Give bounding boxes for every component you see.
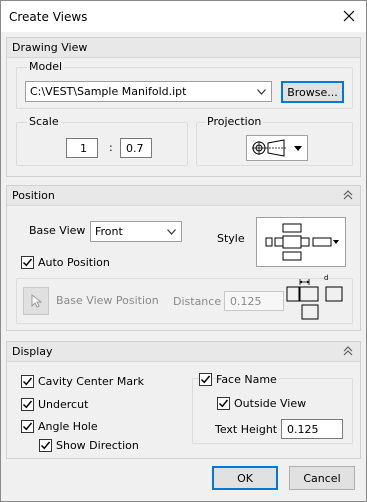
projection-label: Projection xyxy=(205,115,264,128)
show-direction-label: Show Direction xyxy=(56,439,139,452)
model-combo[interactable]: C:\VEST\Sample Manifold.ipt xyxy=(25,81,272,102)
projection-dropdown[interactable] xyxy=(246,135,308,161)
base-view-label: Base View xyxy=(29,224,86,237)
scale-denominator-input[interactable]: 0.7 xyxy=(120,138,152,158)
close-button[interactable] xyxy=(338,5,360,27)
drawing-view-header[interactable]: Drawing View xyxy=(7,38,360,58)
checkmark-icon xyxy=(40,441,51,450)
undercut-label: Undercut xyxy=(38,398,89,411)
scale-numerator-value: 1 xyxy=(80,142,87,155)
model-value: C:\VEST\Sample Manifold.ipt xyxy=(30,85,187,98)
distance-value: 0.125 xyxy=(230,295,262,308)
checkmark-icon xyxy=(22,400,33,409)
distance-layout-icon xyxy=(286,279,343,320)
auto-position-label: Auto Position xyxy=(38,256,110,269)
base-view-value: Front xyxy=(95,225,123,238)
pointer-arrow-icon xyxy=(31,294,42,308)
auto-position-checkbox[interactable] xyxy=(21,256,34,269)
display-title: Display xyxy=(12,345,53,358)
checkmark-icon xyxy=(22,422,33,431)
scale-label: Scale xyxy=(27,115,61,128)
checkmark-icon xyxy=(218,399,229,408)
caret-down-icon xyxy=(294,145,302,151)
face-name-checkbox[interactable] xyxy=(199,373,212,386)
model-label: Model xyxy=(27,60,65,73)
scale-separator: : xyxy=(109,141,113,154)
window-title: Create Views xyxy=(9,10,88,24)
checkmark-icon xyxy=(22,377,33,386)
view-layout-style-icon xyxy=(265,223,339,261)
base-view-position-group: Base View Position Distance 0.125 d xyxy=(16,274,353,324)
base-view-combo[interactable]: Front xyxy=(90,221,182,242)
undercut-checkbox[interactable] xyxy=(21,398,34,411)
chevron-down-icon xyxy=(257,89,266,95)
projection-group: Projection xyxy=(196,115,353,166)
text-height-label: Text Height xyxy=(215,423,278,436)
chevron-down-icon xyxy=(167,229,176,235)
drawing-view-section: Drawing View Model C:\VEST\Sample Manifo… xyxy=(6,37,361,177)
drawing-view-title: Drawing View xyxy=(12,41,88,54)
position-title: Position xyxy=(12,189,55,202)
title-bar: Create Views xyxy=(1,1,366,32)
base-view-position-button[interactable] xyxy=(23,287,49,315)
base-view-position-label: Base View Position xyxy=(56,294,159,307)
display-section: Display Cavity Center Mark Undercut Angl… xyxy=(6,341,361,459)
outside-view-label: Outside View xyxy=(234,397,307,410)
cavity-center-mark-checkbox[interactable] xyxy=(21,375,34,388)
distance-input[interactable]: 0.125 xyxy=(224,291,284,311)
angle-hole-label: Angle Hole xyxy=(38,420,98,433)
cavity-center-mark-label: Cavity Center Mark xyxy=(38,375,144,388)
cancel-button[interactable]: Cancel xyxy=(289,466,355,490)
close-icon xyxy=(343,10,355,22)
scale-numerator-input[interactable]: 1 xyxy=(66,138,98,158)
ok-button[interactable]: OK xyxy=(212,466,278,490)
collapse-up-icon[interactable] xyxy=(342,345,354,357)
model-group: Model C:\VEST\Sample Manifold.ipt Browse… xyxy=(16,60,353,109)
position-header[interactable]: Position xyxy=(7,186,360,206)
display-header[interactable]: Display xyxy=(7,342,360,362)
style-dropdown[interactable] xyxy=(256,217,346,267)
distance-marker-label: d xyxy=(324,274,329,282)
distance-label: Distance xyxy=(173,295,222,308)
collapse-up-icon[interactable] xyxy=(342,189,354,201)
text-height-input[interactable]: 0.125 xyxy=(281,419,343,439)
style-label: Style xyxy=(217,232,245,245)
outside-view-checkbox[interactable] xyxy=(217,397,230,410)
checkmark-icon xyxy=(200,375,211,384)
browse-button[interactable]: Browse... xyxy=(281,81,344,103)
scale-denominator-value: 0.7 xyxy=(126,142,144,155)
face-name-label: Face Name xyxy=(216,373,279,386)
position-section: Position Base View Front Style Auto Posi… xyxy=(6,185,361,331)
checkmark-icon xyxy=(22,258,33,267)
scale-group: Scale 1 : 0.7 xyxy=(16,115,188,166)
third-angle-projection-icon xyxy=(252,139,286,157)
angle-hole-checkbox[interactable] xyxy=(21,420,34,433)
text-height-value: 0.125 xyxy=(287,423,319,436)
show-direction-checkbox[interactable] xyxy=(39,439,52,452)
create-views-dialog: Create Views Drawing View Model C:\VEST\… xyxy=(0,0,367,502)
